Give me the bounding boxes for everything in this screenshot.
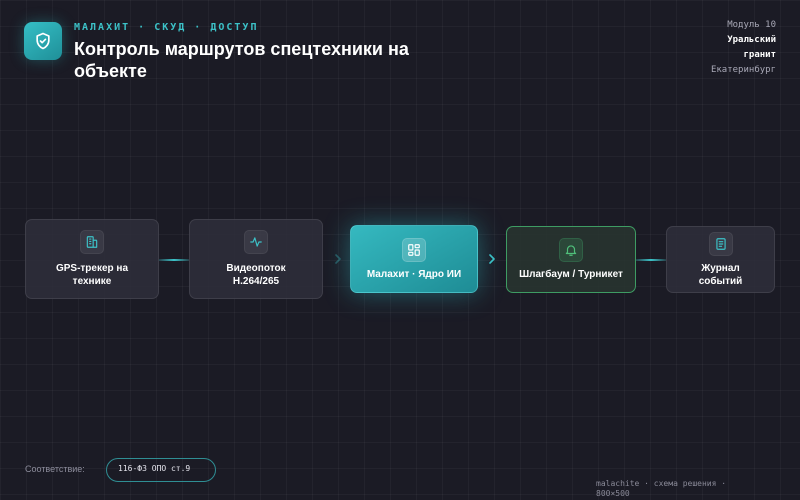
document-icon xyxy=(708,231,733,256)
header-kicker: МАЛАХИТ · СКУД · ДОСТУП xyxy=(74,22,259,33)
flow-node-label: Малахит · Ядро ИИ xyxy=(366,268,462,280)
flow-node-label: GPS-трекер на технике xyxy=(55,263,129,287)
module-label: Модуль 10 xyxy=(727,20,776,30)
flow-node-ai-core[interactable]: Малахит · Ядро ИИ xyxy=(350,225,478,293)
shield-icon xyxy=(36,32,50,50)
compliance-label: Соответствие: xyxy=(25,464,85,474)
footer-caption: malachite · схема решения · 800×500 xyxy=(596,479,727,498)
connector-gps-video xyxy=(159,259,189,261)
chevron-right-icon xyxy=(335,254,341,264)
client-name-line1: Уральский xyxy=(727,35,776,45)
flow-node-label: Журнал событий xyxy=(698,262,743,287)
flow-node-label: Шлагбаум / Турникет xyxy=(519,269,623,280)
flow-node-event-log[interactable]: Журнал событий xyxy=(666,226,775,293)
chevron-right-icon xyxy=(489,254,495,264)
compliance-badge: 116-ФЗ ОПО ст.9 xyxy=(106,458,216,482)
flow-node-video-stream[interactable]: Видеопоток H.264/265 xyxy=(189,219,323,299)
city-label: Екатеринбург xyxy=(710,65,776,75)
connector-gate-log xyxy=(636,259,666,261)
grid-icon xyxy=(402,237,426,262)
page-title: Контроль маршрутов спецтехники на объект… xyxy=(74,39,409,81)
bell-icon xyxy=(559,238,583,262)
flow-node-label: Видеопоток H.264/265 xyxy=(226,263,286,287)
meta-info: Модуль 10 Уральский гранит Екатеринбург xyxy=(656,18,776,78)
flow-node-barrier-turnstile[interactable]: Шлагбаум / Турникет xyxy=(506,226,636,293)
client-name-line2: гранит xyxy=(743,50,776,60)
flow-node-gps-tracker[interactable]: GPS-трекер на технике xyxy=(25,219,159,299)
shield-logo xyxy=(24,22,62,60)
activity-icon xyxy=(244,230,268,254)
building-icon xyxy=(80,230,104,254)
